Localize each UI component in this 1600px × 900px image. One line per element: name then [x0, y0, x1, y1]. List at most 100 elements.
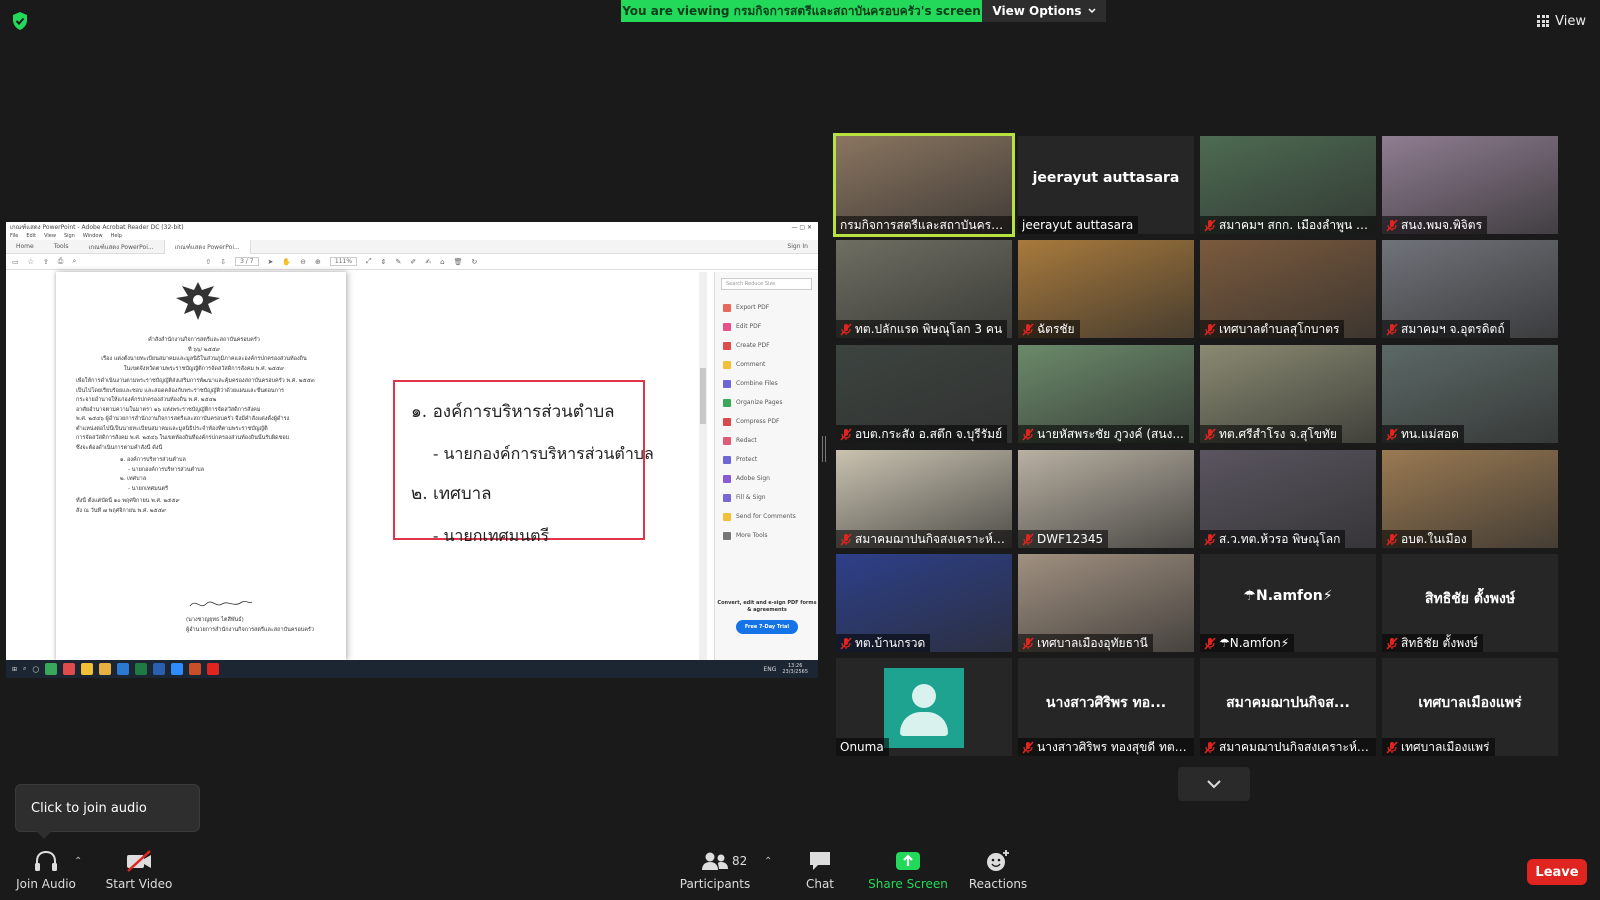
participant-name: อบต.ในเมือง [1401, 531, 1467, 546]
participant-tile[interactable]: อบต.ในเมือง [1382, 450, 1558, 548]
participant-name-bar: สมาคมฌาปนกิจสงเคราะห์อ... [1200, 738, 1376, 756]
acrobat-tools-pane: Search Reduce Size Export PDF Edit PDF Cre… [714, 272, 818, 660]
signature-title: ผู้อำนวยการสำนักงานกิจการสตรีและสถาบันคร… [186, 626, 314, 633]
document-line: เป็นไปโดยเรียบร้อยและชอบ และสอดคล้องกับพ… [76, 387, 284, 394]
participant-tile[interactable]: กรมกิจการสตรีและสถาบันครอบค... [833, 133, 1015, 237]
acrobat-document-area: คำสั่งสำนักงานกิจการสตรีและสถาบันครอบครั… [6, 272, 818, 660]
callout-line-2: - นายกองค์การบริหารส่วนตำบล [433, 444, 654, 463]
participant-tile[interactable]: ทน.แม่สอด [1382, 345, 1558, 443]
tray-clock: 13:26 23/3/2565 [782, 663, 808, 675]
participant-tile[interactable]: ทต.ศรีสำโรง จ.สุโขทัย [1200, 345, 1376, 443]
participants-options-caret-icon[interactable]: ⌃ [764, 856, 772, 867]
mic-muted-icon [1204, 218, 1216, 232]
mic-muted-icon [840, 532, 852, 546]
gallery-next-page-button[interactable] [1178, 767, 1250, 801]
participant-tile[interactable]: เทศบาลเมืองอุทัยธานี [1018, 554, 1194, 652]
mic-muted-icon [1022, 427, 1034, 441]
view-label: View [1555, 13, 1586, 29]
participant-display-name: สมาคมฌาปนกิจส... [1226, 695, 1350, 711]
acrobat-tabs: Home Tools เกณฑ์แสดง PowerPoi... เกณฑ์แสดง … [6, 239, 818, 254]
tools-search-field: Search Reduce Size [721, 278, 812, 290]
layout-view-button[interactable]: View [1537, 10, 1586, 32]
participant-tile[interactable]: jeerayut auttasara jeerayut auttasara [1018, 136, 1194, 234]
participant-name: ☂N.amfon⚡ [1219, 636, 1290, 650]
mic-muted-icon [1386, 636, 1398, 650]
promo-text: Convert, edit and e-sign PDF forms & agr… [717, 600, 817, 613]
tool-label: Protect [736, 456, 758, 463]
acrobat-tool-item: Protect [715, 450, 818, 469]
participant-name-bar: ทต.ปลักแรด พิษณุโลก 3 คน [836, 320, 1008, 338]
participant-tile[interactable]: อบต.กระสัง อ.สตึก จ.บุรีรัมย์ [836, 345, 1012, 443]
document-line: ตำแหน่งต่อไปนี้เป็นนายทะเบียนสมาคมและมูล… [76, 425, 268, 432]
shared-screen[interactable]: เกณฑ์แสดง PowerPoint - Adobe Acrobat Rea… [6, 222, 818, 678]
participant-tile[interactable]: สมาคมฌาปนกิจส... สมาคมฌาปนกิจสงเคราะห์อ..… [1200, 658, 1376, 756]
participant-tile[interactable]: นายหัสพระชัย ภูวงค์ (สนง... [1018, 345, 1194, 443]
participant-tile[interactable]: ฉัตรชัย [1018, 240, 1194, 338]
headphones-icon [35, 850, 57, 871]
participant-tile[interactable]: นางสาวศิริพร ทอ... นางสาวศิริพร ทองสุขดี … [1018, 658, 1194, 756]
participant-tile[interactable]: สิทธิชัย ตั้งพงษ์ สิทธิชัย ตั้งพงษ์ [1382, 554, 1558, 652]
participant-tile[interactable]: สนง.พมจ.พิจิตร [1382, 136, 1558, 234]
view-options-button[interactable]: View Options [982, 0, 1106, 22]
participant-display-name: เทศบาลเมืองแพร่ [1418, 695, 1522, 711]
free-trial-button: Free 7-Day Trial [736, 620, 798, 634]
tray-date: 23/3/2565 [782, 669, 808, 675]
print-icon: ⎙ [57, 257, 64, 265]
document-line: เรื่อง แต่งตั้งนายทะเบียนสมาคมและมูลนิธิ… [101, 356, 307, 362]
acrobat-tool-item: Combine Files [715, 374, 818, 393]
security-shield-icon[interactable] [12, 12, 28, 30]
participant-tile[interactable]: เทศบาลตำบลสุโกบาตร [1200, 240, 1376, 338]
participant-name: ทต.บ้านกรวด [855, 635, 926, 650]
acrobat-tool-item: Compress PDF [715, 412, 818, 431]
callout-line-4: - นายกเทศมนตรี [433, 526, 550, 545]
page-down-icon: ⇩ [220, 257, 227, 266]
participant-tile[interactable]: ส.ว.ทต.ห้วรอ พิษณุโลก [1200, 450, 1376, 548]
participant-display-name: ☂N.amfon⚡ [1243, 588, 1333, 604]
acrobat-tool-item: Adobe Sign [715, 469, 818, 488]
participant-name-bar: อบต.กระสัง อ.สตึก จ.บุรีรัมย์ [836, 425, 1008, 443]
start-video-button[interactable]: Start Video [104, 848, 174, 896]
taskbar-search-icon: ⌕ [23, 665, 27, 672]
acrobat-app-icon [207, 663, 220, 675]
document-text: คำสั่งสำนักงานกิจการสตรีและสถาบันครอบครั… [76, 336, 332, 516]
reactions-button[interactable]: Reactions [969, 848, 1027, 896]
participant-name: ฉัตรชัย [1037, 321, 1075, 336]
split-view-handle[interactable] [822, 436, 826, 462]
share-screen-button[interactable]: Share Screen [868, 848, 948, 896]
audio-options-caret-icon[interactable]: ⌃ [74, 856, 82, 867]
acrobat-menu-item: Edit [26, 233, 37, 239]
zoom-search-icon: ⌕ [72, 257, 77, 265]
acrobat-tab: เกณฑ์แสดง PowerPoi... [88, 243, 154, 251]
participant-name-bar: เทศบาลเมืองอุทัยธานี [1018, 634, 1153, 652]
participant-tile[interactable]: สมาคมฯ สกก. เมืองลำพูน จ.ลำ... [1200, 136, 1376, 234]
delete-icon: 🗑 [453, 257, 463, 266]
mic-muted-icon [1386, 427, 1398, 441]
chat-button[interactable]: Chat [800, 848, 840, 896]
tool-label: More Tools [736, 532, 768, 539]
participant-tile[interactable]: ทต.ปลักแรด พิษณุโลก 3 คน [836, 240, 1012, 338]
acrobat-tool-item: Create PDF [715, 336, 818, 355]
mic-muted-icon [1386, 740, 1398, 754]
participant-tile[interactable]: Onuma [836, 658, 1012, 756]
participant-tile[interactable]: สมาคมฌาปนกิจสงเคราะห์ไท... [836, 450, 1012, 548]
participant-tile[interactable]: ทต.บ้านกรวด [836, 554, 1012, 652]
tool-icon [723, 379, 731, 388]
join-audio-button[interactable]: Join Audio [16, 848, 76, 896]
participant-tile[interactable]: สมาคมฯ จ.อุตรดิตถ์ [1382, 240, 1558, 338]
acrobat-toolbar: ▭ ☆ ⇪ ⎙ ⌕ ⇧ ⇩ 3 / 7 ➤ ✋ ⊖ ⊕ 111% ⤢ ⇕ ✎ ✐… [6, 254, 818, 270]
document-line: ซึ่งจะต้องดำเนินการตามคำสั่งนี้ ดังนี้ [76, 444, 163, 451]
participant-tile[interactable]: เทศบาลเมืองแพร่ เทศบาลเมืองแพร่ [1382, 658, 1558, 756]
acrobat-tool-item: Export PDF [715, 298, 818, 317]
acrobat-tab-right: Sign In [787, 243, 818, 250]
leave-button[interactable]: Leave [1527, 859, 1587, 885]
participant-name-bar: ☂N.amfon⚡ [1200, 634, 1295, 652]
participant-tile[interactable]: ☂N.amfon⚡ ☂N.amfon⚡ [1200, 554, 1376, 652]
join-audio-tooltip: Click to join audio [15, 784, 200, 839]
document-signature: (นางชาญยุทธ ไตสีพันธ์) ผู้อำนวยการสำนักง… [186, 596, 336, 635]
participant-name-bar: ทต.ศรีสำโรง จ.สุโขทัย [1200, 425, 1342, 443]
windows-start-icon: ⊞ [12, 665, 18, 673]
document-line: ในเขตจังหวัดตามพระราชบัญญัติการจัดสวัสดิ… [123, 365, 285, 372]
tool-icon [723, 493, 731, 502]
participant-tile[interactable]: DWF12345 [1018, 450, 1194, 548]
tool-label: Edit PDF [736, 323, 762, 330]
